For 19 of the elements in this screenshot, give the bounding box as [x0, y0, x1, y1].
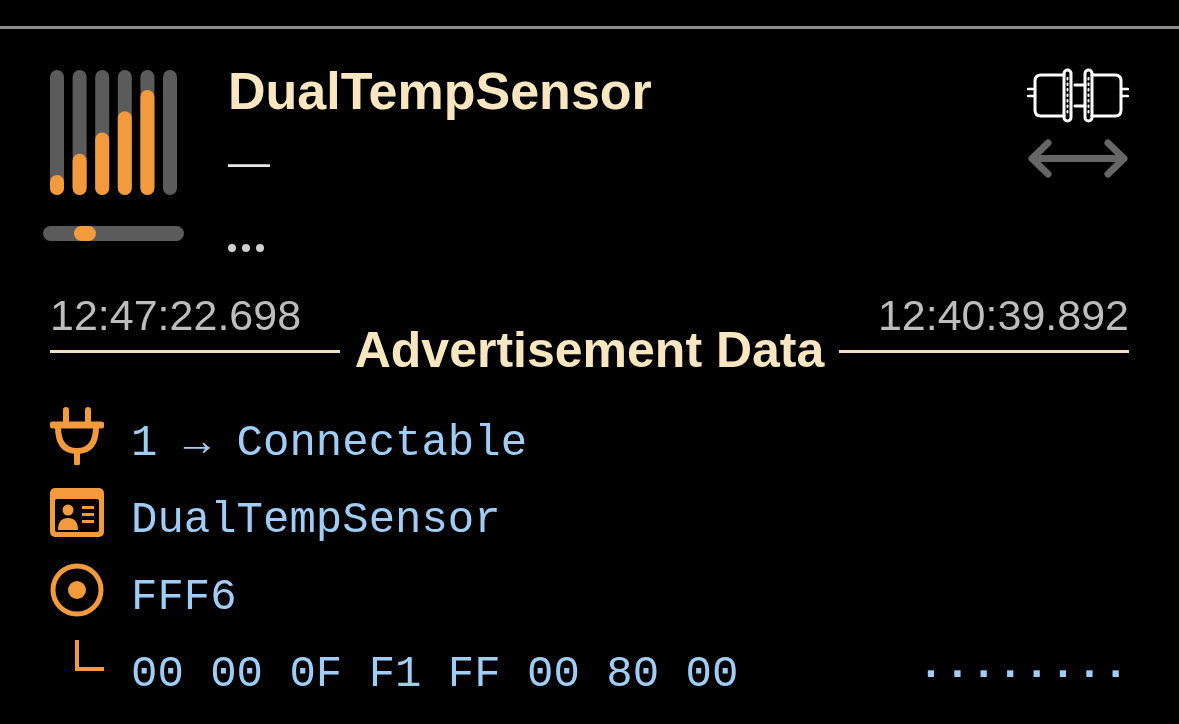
slider-thumb[interactable] — [74, 226, 97, 241]
plug-icon — [50, 406, 104, 465]
target-icon — [50, 562, 104, 617]
field-value: FFF6 — [131, 574, 237, 619]
subtitle-text: — — [228, 141, 270, 183]
section-title: Advertisement Data — [354, 325, 825, 375]
connector-icon[interactable] — [1027, 68, 1129, 123]
slider-track[interactable] — [43, 226, 184, 241]
signal-strength-icon — [50, 70, 177, 195]
timestamp: 12:47:22.698 — [50, 294, 302, 337]
ellipsis-icon — [228, 244, 264, 252]
double-arrow-icon — [1027, 139, 1129, 178]
field-value: 00 00 0F F1 FF 00 80 00 — [131, 651, 739, 696]
tree-branch-icon — [75, 640, 104, 671]
timestamp: 12:40:39.892 — [877, 294, 1129, 337]
field-value: 1 → Connectable — [131, 420, 528, 465]
field-value: DualTempSensor — [131, 497, 501, 542]
id-card-icon — [50, 488, 104, 537]
ascii-text: ········ — [917, 651, 1129, 696]
